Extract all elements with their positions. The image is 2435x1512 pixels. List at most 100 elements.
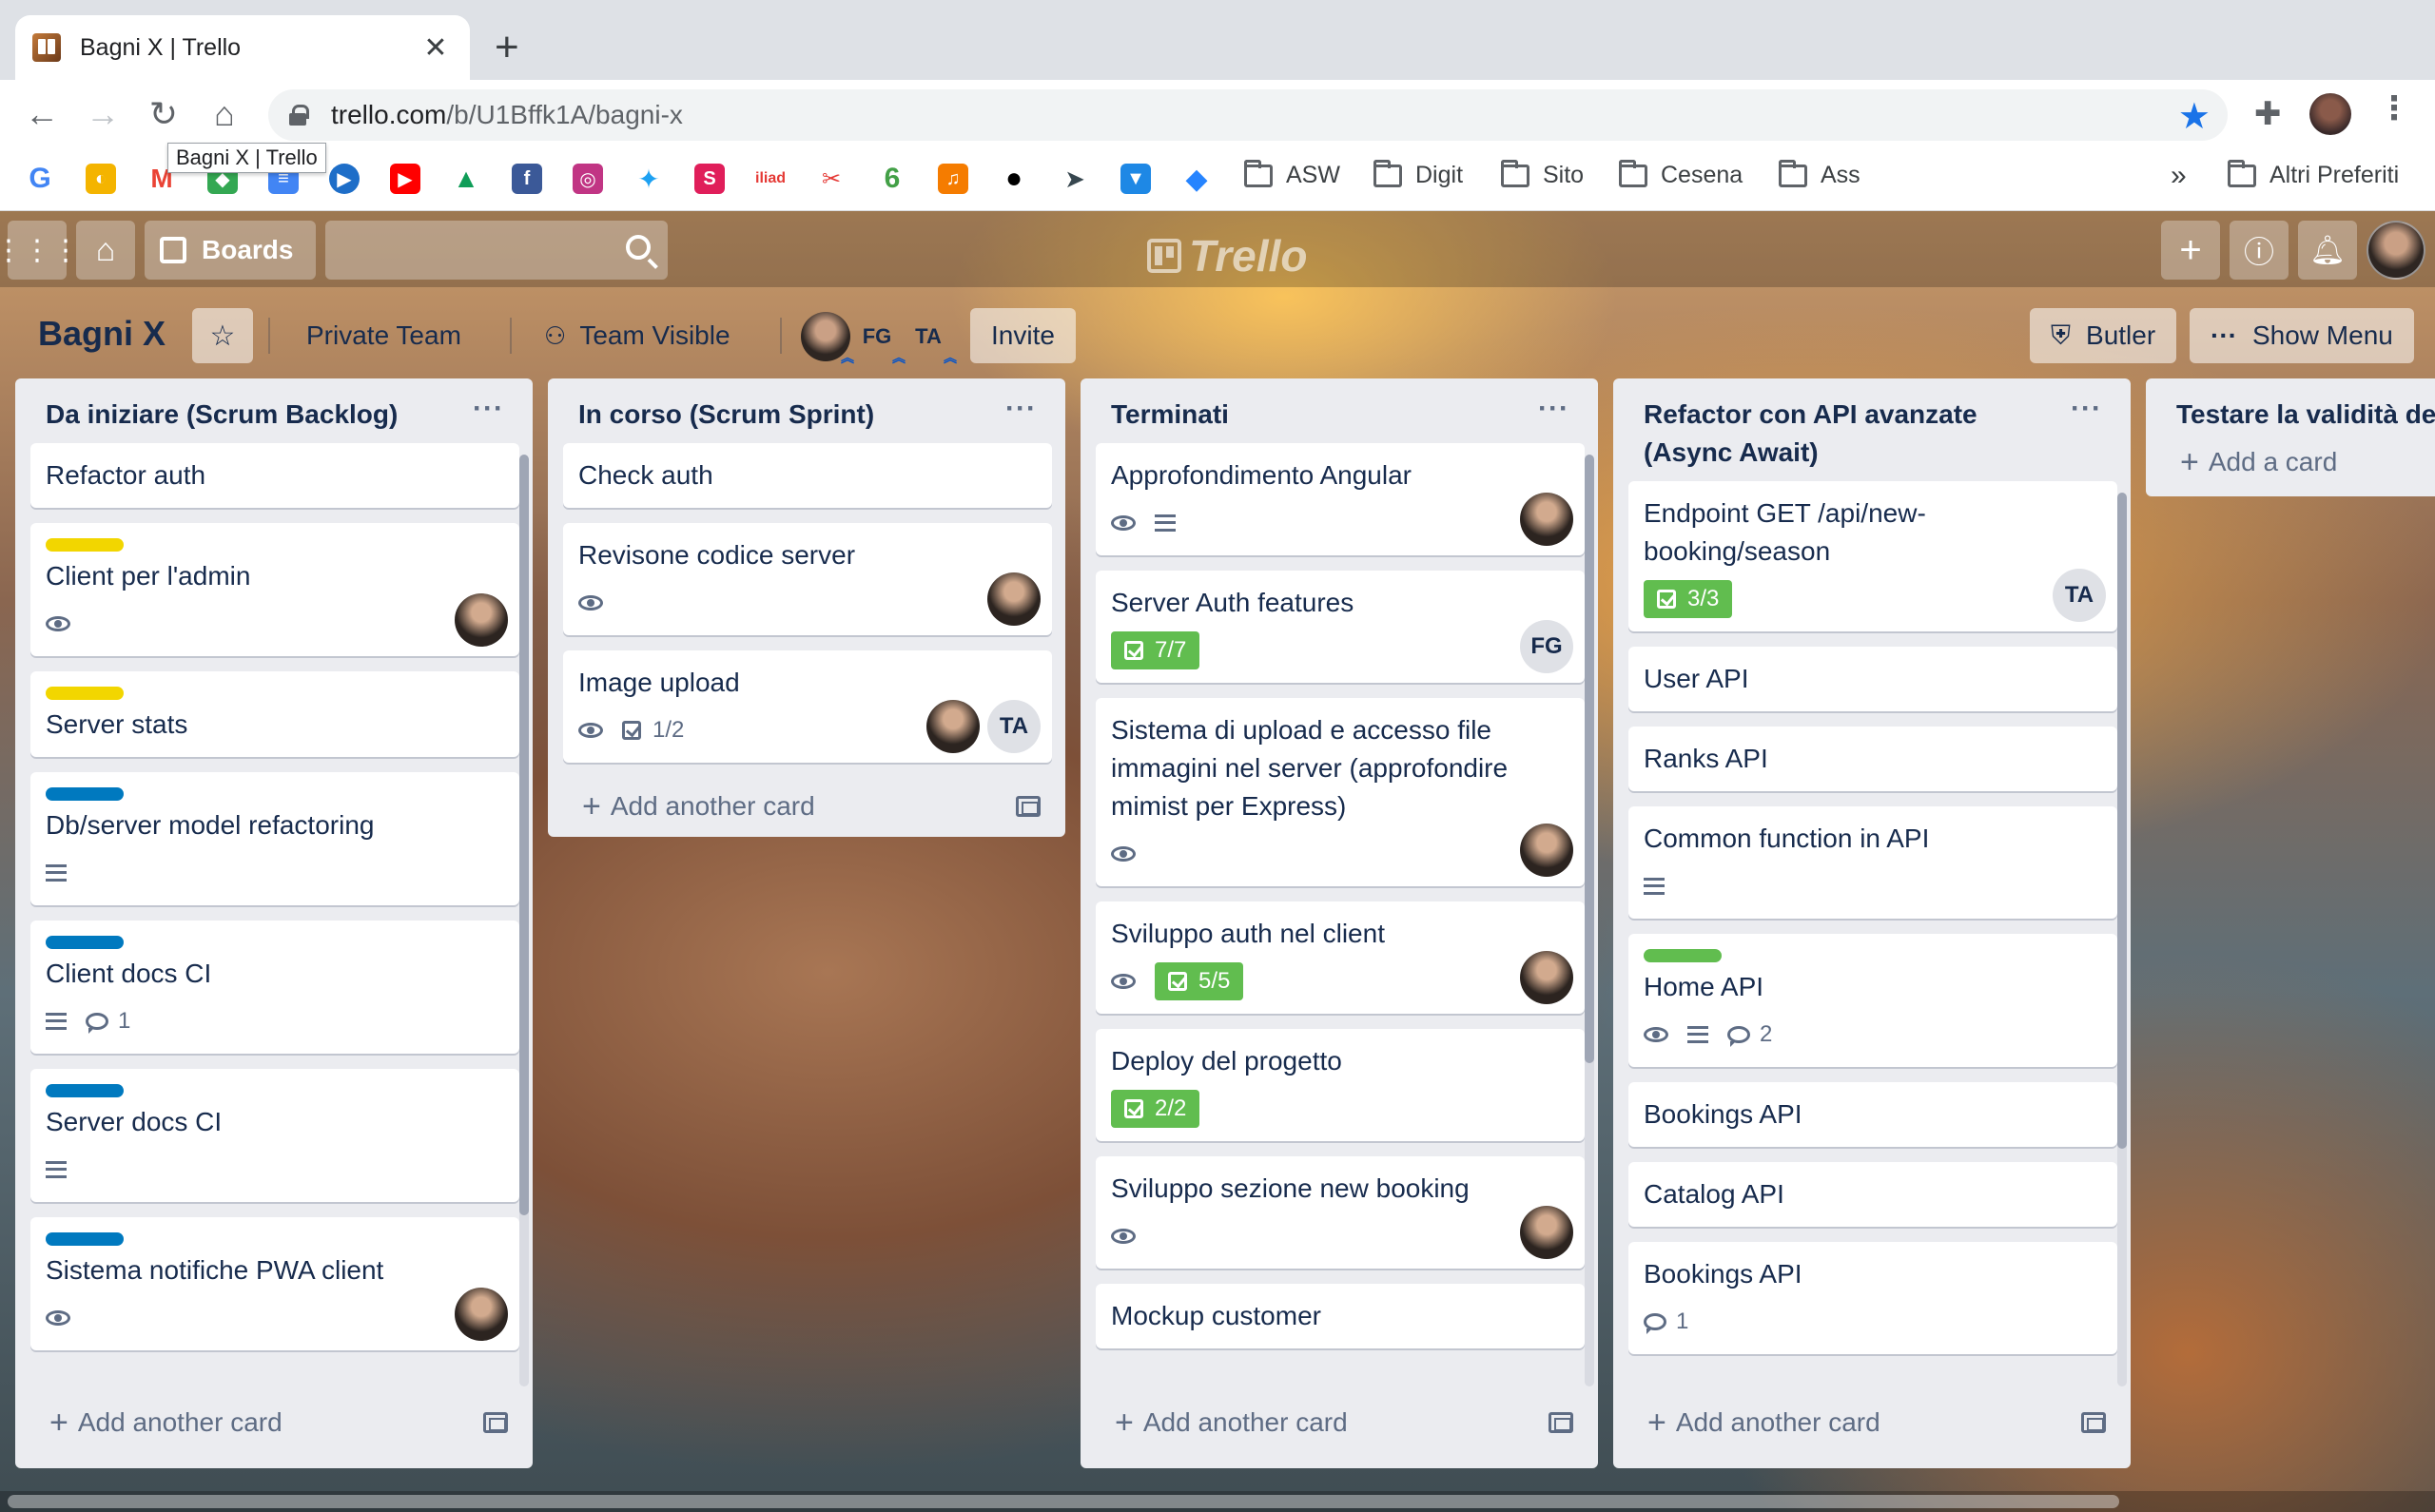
trello-logo[interactable]: Trello: [1147, 230, 1307, 281]
card-label-yellow[interactable]: [46, 687, 124, 700]
reload-icon[interactable]: ↻: [141, 91, 186, 137]
user-avatar[interactable]: [2367, 221, 2425, 280]
browser-profile-avatar[interactable]: [2309, 93, 2351, 135]
card-label-yellow[interactable]: [46, 538, 124, 552]
card[interactable]: Server stats: [30, 671, 519, 757]
card[interactable]: Client docs CI 1: [30, 921, 519, 1054]
card[interactable]: Server Auth features 7/7 FG: [1096, 571, 1585, 683]
list-scrollbar[interactable]: [1585, 455, 1594, 1386]
card[interactable]: Client per l'admin: [30, 523, 519, 656]
card-label-blue[interactable]: [46, 1084, 124, 1097]
card[interactable]: Endpoint GET /api/new-booking/season 3/3…: [1628, 481, 2117, 631]
browser-menu-icon[interactable]: ⋮: [2378, 89, 2410, 127]
card[interactable]: Sviluppo auth nel client 5/5: [1096, 901, 1585, 1014]
list-title[interactable]: Refactor con API avanzate (Async Await): [1644, 396, 2071, 472]
twitter-bookmark-icon[interactable]: ✦: [633, 164, 664, 194]
list-title[interactable]: Da iniziare (Scrum Backlog): [46, 396, 473, 434]
shield-bookmark-icon[interactable]: ▼: [1120, 164, 1151, 194]
list-menu-icon[interactable]: ···: [1538, 395, 1569, 423]
list-menu-icon[interactable]: ···: [2071, 395, 2102, 423]
google-bookmark-icon[interactable]: G: [25, 163, 55, 194]
member-avatar-ta[interactable]: TA ︽: [904, 312, 957, 365]
card[interactable]: User API: [1628, 647, 2117, 711]
instagram-bookmark-icon[interactable]: ◎: [573, 164, 603, 194]
card-member-avatar[interactable]: [455, 1288, 508, 1341]
card[interactable]: Mockup customer: [1096, 1284, 1585, 1348]
home-button[interactable]: ⌂: [76, 221, 135, 280]
star-board-icon[interactable]: ☆: [192, 308, 253, 363]
iliad-bookmark-icon[interactable]: iliad: [755, 164, 786, 194]
extensions-puzzle-icon[interactable]: ✚: [2254, 95, 2282, 133]
drive-bookmark-icon[interactable]: ▲: [451, 164, 481, 194]
card[interactable]: Sviluppo sezione new booking: [1096, 1156, 1585, 1269]
add-card-button[interactable]: + Add another card: [1081, 1394, 1598, 1453]
back-arrow-icon[interactable]: ←: [19, 91, 65, 137]
add-card-button[interactable]: + Add a card: [2146, 443, 2435, 496]
youtube-bookmark-icon[interactable]: ▶: [390, 164, 420, 194]
bookmark-folder-digit[interactable]: Digit: [1373, 159, 1463, 189]
bookmark-folder-cesena[interactable]: Cesena: [1619, 159, 1743, 189]
card-label-blue[interactable]: [46, 936, 124, 949]
bookmark-star-icon[interactable]: ★: [2178, 95, 2211, 138]
card-member-avatar-fg[interactable]: FG: [1520, 620, 1573, 673]
add-card-button[interactable]: + Add another card: [15, 1394, 533, 1453]
list-title[interactable]: Terminati: [1111, 396, 1538, 434]
card[interactable]: Sistema notifiche PWA client: [30, 1217, 519, 1350]
slack-bookmark-icon[interactable]: S: [694, 164, 725, 194]
jira-bookmark-icon[interactable]: ◆: [1181, 164, 1212, 195]
card[interactable]: Check auth: [563, 443, 1052, 508]
card[interactable]: Image upload 1/2 TA: [563, 650, 1052, 763]
info-icon[interactable]: ⓘ: [2230, 221, 2289, 280]
list-title[interactable]: In corso (Scrum Sprint): [578, 396, 1005, 434]
orange-bookmark-icon[interactable]: ♫: [938, 164, 968, 194]
card-member-avatar[interactable]: [926, 700, 980, 753]
bookmark-folder-ass[interactable]: Ass: [1779, 159, 1860, 189]
card[interactable]: Bookings API 1: [1628, 1242, 2117, 1354]
butler-button[interactable]: ⛨ Butler: [2030, 308, 2177, 363]
send-bookmark-icon[interactable]: ➤: [1060, 164, 1090, 194]
board-horizontal-scrollbar[interactable]: [0, 1491, 2435, 1512]
apps-grid-icon[interactable]: ⋮⋮⋮: [0, 221, 80, 280]
card-member-avatar[interactable]: [1520, 493, 1573, 546]
card[interactable]: Sistema di upload e accesso file immagin…: [1096, 698, 1585, 886]
forward-arrow-icon[interactable]: →: [80, 91, 126, 137]
facebook-bookmark-icon[interactable]: f: [512, 164, 542, 194]
card[interactable]: Approfondimento Angular: [1096, 443, 1585, 555]
card-label-green[interactable]: [1644, 949, 1722, 962]
scissors-bookmark-icon[interactable]: ✂: [816, 164, 847, 194]
card-member-avatar[interactable]: [1520, 824, 1573, 877]
card-member-avatar[interactable]: [455, 593, 508, 647]
card[interactable]: Deploy del progetto 2/2: [1096, 1029, 1585, 1141]
bookmark-folder-other[interactable]: Altri Preferiti: [2228, 159, 2399, 189]
card-member-avatar[interactable]: [987, 572, 1041, 626]
card-member-avatar-ta[interactable]: TA: [987, 700, 1041, 753]
add-card-button[interactable]: + Add another card: [1613, 1394, 2131, 1453]
card-template-icon[interactable]: [483, 1412, 508, 1433]
github-bookmark-icon[interactable]: ●: [999, 163, 1029, 194]
card[interactable]: Catalog API: [1628, 1162, 2117, 1227]
card[interactable]: Home API 2: [1628, 934, 2117, 1067]
list-menu-icon[interactable]: ···: [1005, 395, 1037, 423]
card-label-blue[interactable]: [46, 1232, 124, 1246]
card-template-icon[interactable]: [1549, 1412, 1573, 1433]
home-icon[interactable]: ⌂: [202, 91, 247, 137]
play-bookmark-icon[interactable]: ▶: [329, 164, 360, 194]
team-button[interactable]: Private Team: [285, 308, 482, 363]
bookmark-folder-asw[interactable]: ASW: [1244, 159, 1340, 189]
card-template-icon[interactable]: [2081, 1412, 2106, 1433]
search-input[interactable]: [325, 221, 668, 280]
address-bar[interactable]: trello.com/b/U1Bffk1A/bagni-x ★: [268, 89, 2228, 141]
card[interactable]: Db/server model refactoring: [30, 772, 519, 905]
list-scrollbar[interactable]: [2117, 493, 2127, 1386]
list-menu-icon[interactable]: ···: [473, 395, 504, 423]
card[interactable]: Bookings API: [1628, 1082, 2117, 1147]
notifications-bell-icon[interactable]: 🔔︎: [2298, 221, 2357, 280]
card[interactable]: Refactor auth: [30, 443, 519, 508]
card-member-avatar-ta[interactable]: TA: [2053, 569, 2106, 622]
list-scrollbar[interactable]: [519, 455, 529, 1386]
tab-close-icon[interactable]: ✕: [419, 31, 453, 65]
card-member-avatar[interactable]: [1520, 1206, 1573, 1259]
card-template-icon[interactable]: [1016, 796, 1041, 817]
keep-bookmark-icon[interactable]: ◐: [86, 164, 116, 194]
card[interactable]: Common function in API: [1628, 806, 2117, 919]
